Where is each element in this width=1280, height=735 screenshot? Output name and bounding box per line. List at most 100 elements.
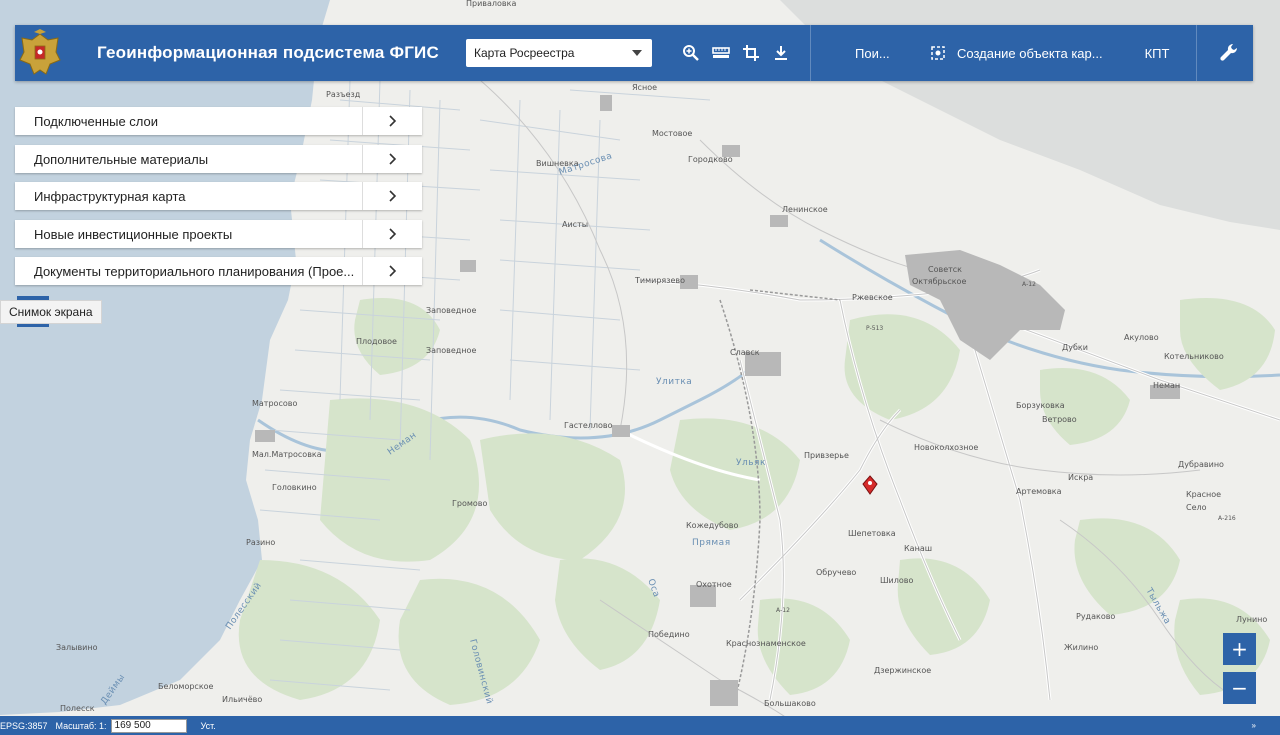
svg-text:Аисты: Аисты (562, 220, 588, 229)
svg-text:Головкино: Головкино (272, 483, 317, 492)
target-icon (931, 46, 945, 60)
svg-text:А-216: А-216 (1218, 515, 1236, 522)
svg-text:Приваловка: Приваловка (466, 0, 516, 8)
svg-text:Борзуковка: Борзуковка (1016, 401, 1065, 410)
svg-text:Лунино: Лунино (1236, 615, 1267, 624)
svg-text:Залывино: Залывино (56, 643, 98, 652)
create-map-object-label: Создание объекта кар... (957, 45, 1103, 61)
svg-text:А-12: А-12 (1022, 281, 1036, 288)
panel-planning-documents[interactable]: Документы территориального планирования … (15, 257, 422, 285)
svg-text:Ветрово: Ветрово (1042, 415, 1077, 424)
svg-text:Разино: Разино (246, 538, 275, 547)
download-icon[interactable] (766, 38, 796, 68)
svg-text:Дзержинское: Дзержинское (874, 666, 931, 675)
svg-text:Матросово: Матросово (252, 399, 297, 408)
svg-text:Дубравино: Дубравино (1178, 460, 1224, 469)
svg-text:Плодовое: Плодовое (356, 337, 397, 346)
svg-text:Ржевское: Ржевское (852, 293, 893, 302)
kpt-menu[interactable]: КПТ (1145, 46, 1170, 61)
basemap-select[interactable]: Карта Росреестра (466, 39, 652, 67)
svg-text:Мостовое: Мостовое (652, 129, 692, 138)
top-toolbar: Геоинформационная подсистема ФГИС ТП Кар… (15, 25, 1253, 81)
svg-text:Шепетовка: Шепетовка (848, 529, 896, 538)
chevron-down-icon[interactable]: » (1252, 721, 1256, 730)
svg-text:Краснознаменское: Краснознаменское (726, 639, 806, 648)
panel-connected-layers[interactable]: Подключенные слои (15, 107, 422, 135)
set-scale-button[interactable]: Уст. (201, 721, 216, 731)
create-map-object-menu[interactable]: Создание объекта кар... (931, 46, 1103, 61)
wrench-icon[interactable] (1214, 38, 1244, 68)
svg-text:Котельниково: Котельниково (1164, 352, 1224, 361)
svg-text:Беломорское: Беломорское (158, 682, 214, 691)
svg-text:Разъезд: Разъезд (326, 90, 361, 99)
svg-text:Полесск: Полесск (60, 704, 95, 713)
svg-text:Октябрьское: Октябрьское (912, 277, 966, 286)
chevron-right-icon[interactable] (362, 220, 422, 248)
svg-text:Прямая: Прямая (692, 538, 731, 548)
chevron-down-icon (632, 50, 642, 56)
svg-text:Красное: Красное (1186, 490, 1221, 499)
svg-text:Шилово: Шилово (880, 576, 913, 585)
zoom-in-button[interactable]: + (1223, 633, 1256, 665)
svg-text:А-12: А-12 (776, 607, 790, 614)
projection-label: EPSG:3857 (0, 720, 48, 731)
svg-text:Заповедное: Заповедное (426, 306, 476, 315)
svg-text:Городково: Городково (688, 155, 733, 164)
svg-text:Искра: Искра (1068, 473, 1093, 482)
svg-text:Охотное: Охотное (696, 580, 732, 589)
svg-text:Советск: Советск (928, 265, 962, 274)
svg-text:Жилино: Жилино (1064, 643, 1098, 652)
svg-text:Улитка: Улитка (656, 377, 692, 387)
svg-text:Новоколхозное: Новоколхозное (914, 443, 978, 452)
svg-text:Громово: Громово (452, 499, 487, 508)
svg-text:Рудаково: Рудаково (1076, 612, 1115, 621)
zoom-out-button[interactable]: − (1223, 672, 1256, 704)
panel-label: Инфраструктурная карта (34, 188, 186, 204)
svg-text:Тимирязево: Тимирязево (634, 276, 685, 285)
svg-text:Дубки: Дубки (1062, 343, 1088, 352)
screenshot-tooltip: Снимок экрана (0, 300, 102, 324)
app-title: Геоинформационная подсистема ФГИС ТП (97, 43, 442, 62)
scale-input[interactable]: 169 500 (110, 718, 187, 733)
status-bar: EPSG:3857 Масштаб: 1: 169 500 Уст. » (0, 716, 1280, 735)
svg-text:Большаково: Большаково (764, 699, 816, 708)
toolbar-divider (810, 25, 811, 81)
svg-text:Гастеллово: Гастеллово (564, 421, 613, 430)
svg-text:Привзерье: Привзерье (804, 451, 849, 460)
svg-text:Р-513: Р-513 (866, 325, 883, 332)
panel-investment-projects[interactable]: Новые инвестиционные проекты (15, 220, 422, 248)
svg-text:Славск: Славск (730, 348, 760, 357)
basemap-select-value: Карта Росреестра (474, 46, 575, 60)
svg-text:Ясное: Ясное (632, 83, 657, 92)
svg-text:Акулово: Акулово (1124, 333, 1159, 342)
svg-text:Канаш: Канаш (904, 544, 932, 553)
panel-label: Подключенные слои (34, 113, 159, 129)
svg-text:Ильичёво: Ильичёво (222, 695, 262, 704)
svg-text:Ленинское: Ленинское (782, 205, 828, 214)
scale-label: Масштаб: 1: (55, 720, 107, 731)
toolbar-divider (1196, 25, 1198, 81)
search-menu[interactable]: Пои... (855, 46, 890, 61)
panel-additional-materials[interactable]: Дополнительные материалы (15, 145, 422, 173)
emblem-icon (15, 25, 65, 81)
svg-text:Село: Село (1186, 503, 1207, 512)
chevron-right-icon[interactable] (362, 107, 422, 135)
crop-icon[interactable] (736, 38, 766, 68)
svg-text:Ульяк: Ульяк (736, 458, 766, 468)
chevron-right-icon[interactable] (362, 257, 422, 285)
svg-text:Мал.Матросовка: Мал.Матросовка (252, 450, 322, 459)
svg-text:Победино: Победино (648, 630, 690, 639)
panel-infrastructure-map[interactable]: Инфраструктурная карта (15, 182, 422, 210)
svg-text:Артемовка: Артемовка (1016, 487, 1062, 496)
panel-label: Дополнительные материалы (34, 151, 209, 167)
svg-text:Заповедное: Заповедное (426, 346, 476, 355)
zoom-search-icon[interactable] (676, 38, 706, 68)
panel-label: Документы территориального планирования … (34, 263, 355, 279)
svg-text:Кожедубово: Кожедубово (686, 521, 739, 530)
chevron-right-icon[interactable] (362, 182, 422, 210)
svg-text:Обручево: Обручево (816, 568, 856, 577)
chevron-right-icon[interactable] (362, 145, 422, 173)
panel-label: Новые инвестиционные проекты (34, 226, 233, 242)
ruler-icon[interactable] (706, 38, 736, 68)
svg-text:Неман: Неман (1153, 381, 1180, 390)
